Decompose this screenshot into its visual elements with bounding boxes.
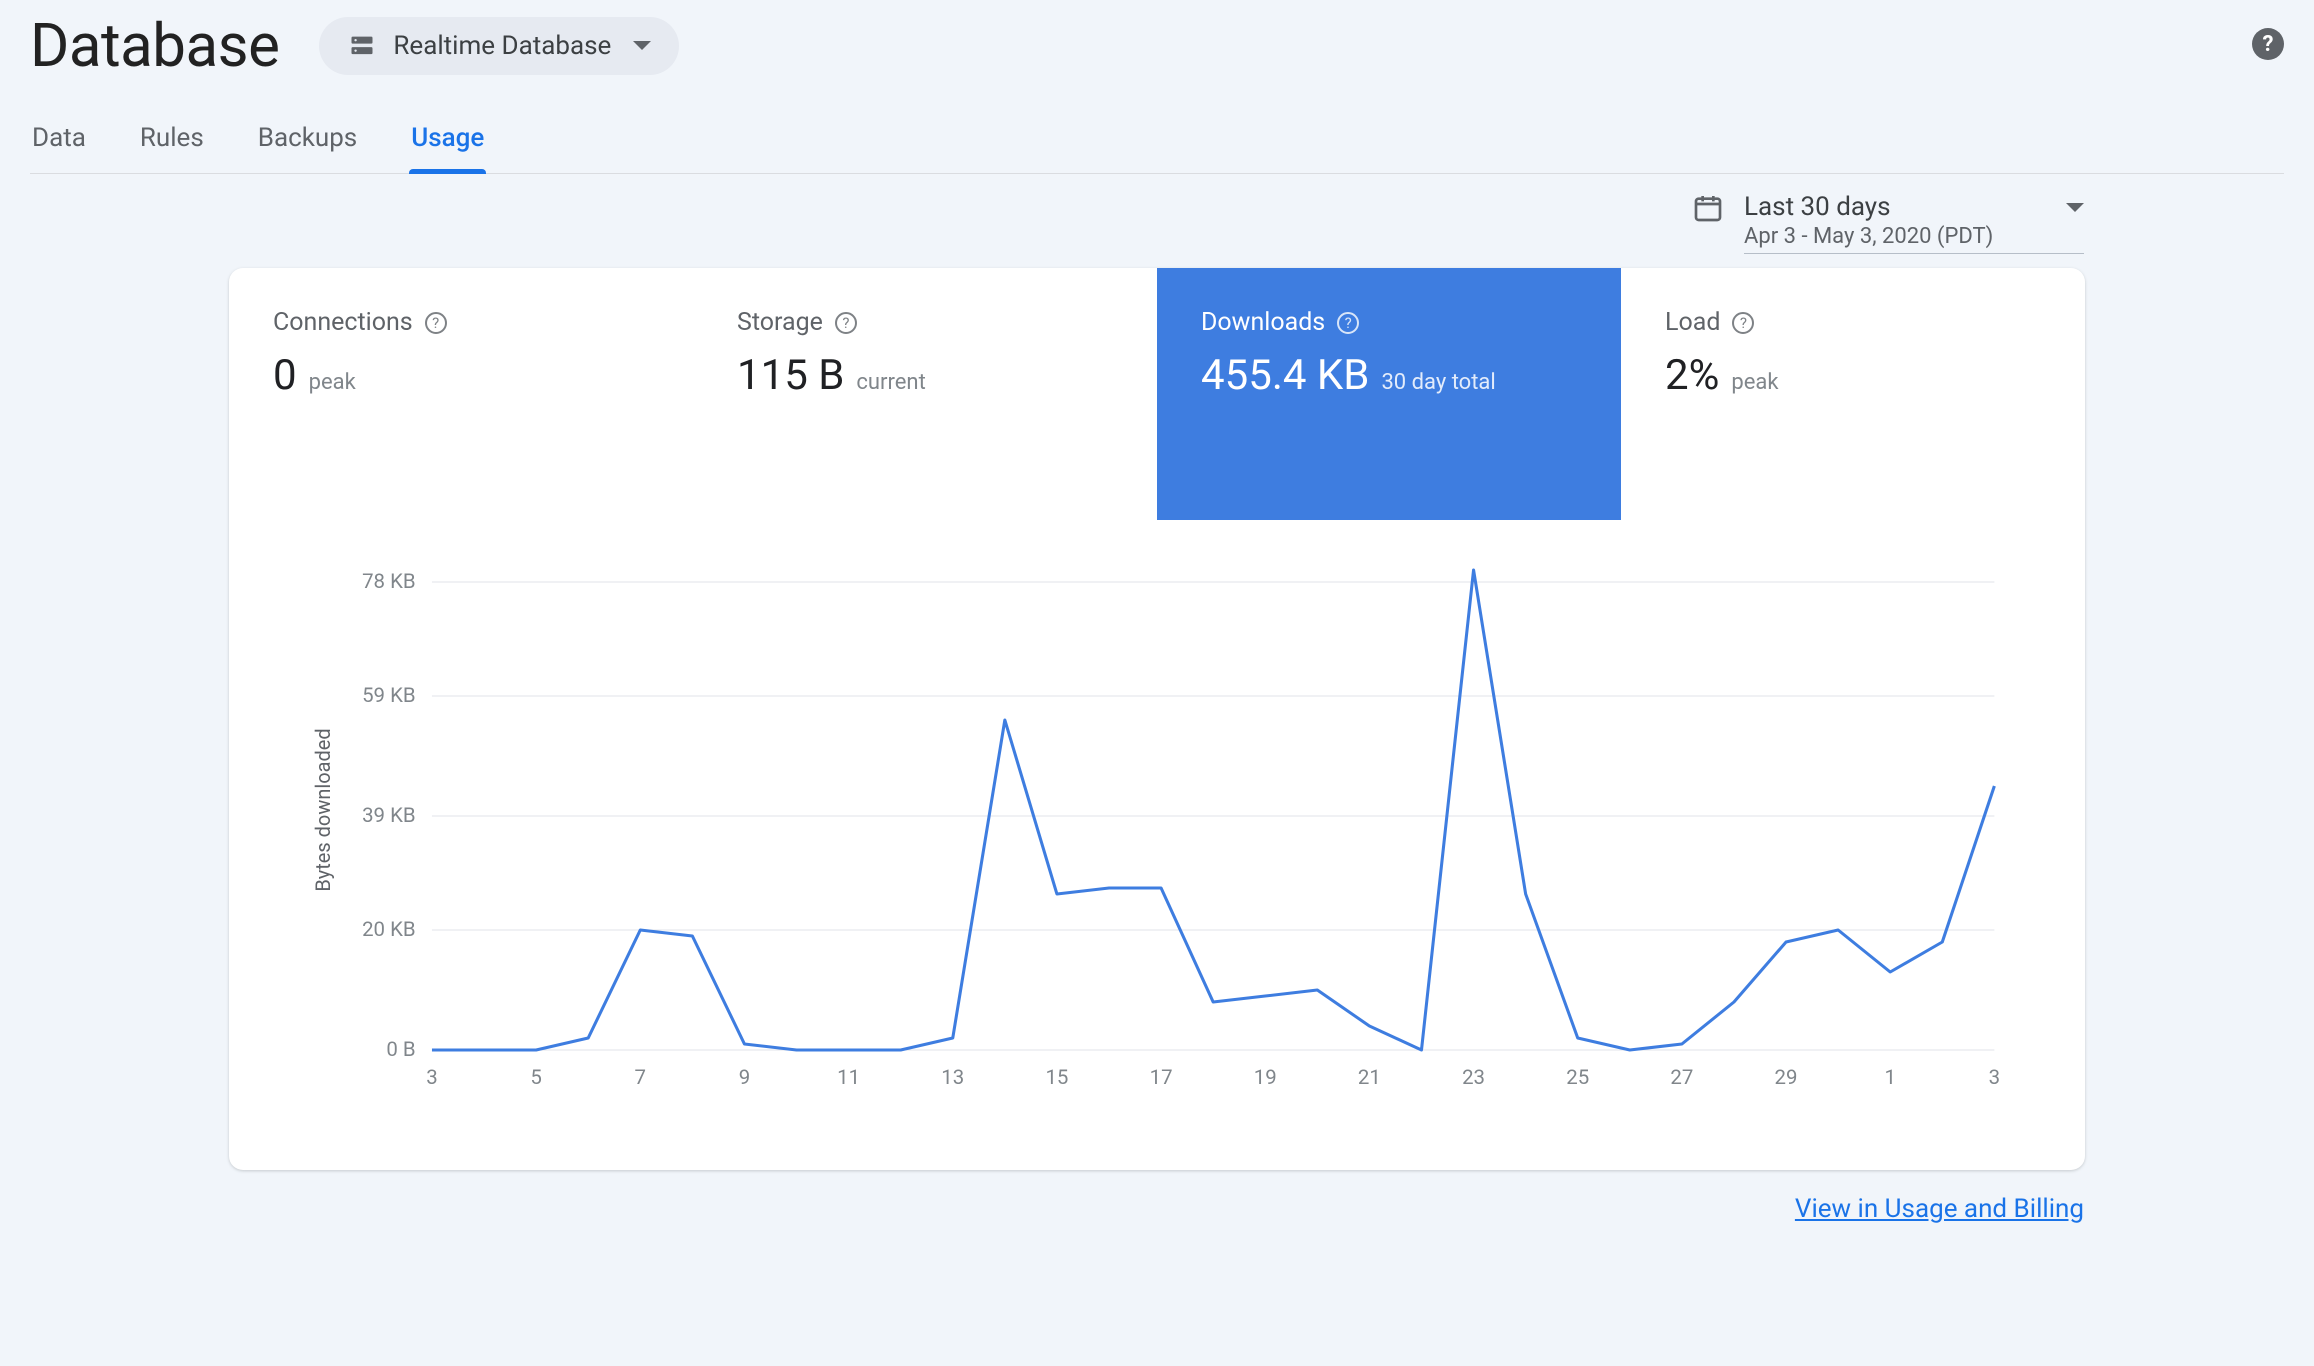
date-range-picker[interactable]: Last 30 days Apr 3 - May 3, 2020 (PDT)	[1692, 192, 2084, 254]
metric-suffix: peak	[1731, 370, 1778, 395]
downloads-chart: 0 B20 KB39 KB59 KB78 KB35791113151719212…	[289, 550, 2025, 1110]
metric-suffix: current	[856, 370, 925, 395]
svg-text:21: 21	[1358, 1065, 1381, 1089]
tab-data[interactable]: Data	[30, 115, 88, 173]
metric-value: 115 B	[737, 351, 844, 400]
metric-label: Storage	[737, 308, 823, 337]
date-range-label: Last 30 days	[1744, 192, 1891, 222]
page-title: Database	[30, 10, 279, 81]
svg-text:Bytes downloaded: Bytes downloaded	[311, 728, 335, 891]
tab-rules[interactable]: Rules	[138, 115, 206, 173]
database-selector-label: Realtime Database	[393, 31, 611, 61]
metric-connections[interactable]: Connections ? 0 peak	[229, 268, 693, 520]
svg-text:13: 13	[941, 1065, 964, 1089]
svg-text:23: 23	[1462, 1065, 1485, 1089]
svg-text:5: 5	[530, 1065, 541, 1089]
metric-suffix: peak	[309, 370, 356, 395]
svg-text:3: 3	[1989, 1065, 2000, 1089]
svg-text:15: 15	[1045, 1065, 1068, 1089]
metric-suffix: 30 day total	[1381, 370, 1495, 395]
svg-text:59 KB: 59 KB	[362, 683, 416, 707]
tab-backups[interactable]: Backups	[256, 115, 359, 173]
svg-text:3: 3	[426, 1065, 437, 1089]
svg-text:39 KB: 39 KB	[362, 803, 416, 827]
usage-billing-link[interactable]: View in Usage and Billing	[1795, 1194, 2084, 1224]
svg-text:17: 17	[1150, 1065, 1173, 1089]
database-selector[interactable]: Realtime Database	[319, 17, 679, 75]
help-icon[interactable]: ?	[835, 312, 857, 334]
metric-downloads[interactable]: Downloads ? 455.4 KB 30 day total	[1157, 268, 1621, 520]
usage-card: Connections ? 0 peak Storage ? 115 B cur…	[229, 268, 2085, 1170]
metric-label: Connections	[273, 308, 413, 337]
svg-text:19: 19	[1254, 1065, 1277, 1089]
help-icon[interactable]: ?	[1732, 312, 1754, 334]
tab-usage[interactable]: Usage	[409, 115, 486, 173]
svg-text:1: 1	[1884, 1065, 1895, 1089]
metric-value: 2%	[1665, 351, 1719, 400]
metric-label: Downloads	[1201, 308, 1325, 337]
svg-text:27: 27	[1670, 1065, 1693, 1089]
svg-text:9: 9	[739, 1065, 750, 1089]
metric-value: 0	[273, 351, 297, 400]
metric-storage[interactable]: Storage ? 115 B current	[693, 268, 1157, 520]
chevron-down-icon	[633, 41, 651, 50]
chevron-down-icon	[2066, 203, 2084, 212]
help-icon[interactable]: ?	[1337, 312, 1359, 334]
metric-value: 455.4 KB	[1201, 351, 1369, 400]
tab-bar: Data Rules Backups Usage	[30, 115, 2284, 174]
calendar-icon	[1692, 192, 1724, 224]
svg-text:0 B: 0 B	[386, 1037, 415, 1061]
help-icon[interactable]: ?	[2252, 28, 2284, 60]
date-range-value: Apr 3 - May 3, 2020 (PDT)	[1744, 224, 2084, 249]
svg-text:20 KB: 20 KB	[362, 917, 416, 941]
svg-text:7: 7	[635, 1065, 646, 1089]
metric-load[interactable]: Load ? 2% peak	[1621, 268, 2085, 520]
help-icon[interactable]: ?	[425, 312, 447, 334]
database-icon	[347, 31, 377, 61]
svg-text:29: 29	[1775, 1065, 1798, 1089]
svg-text:11: 11	[837, 1065, 860, 1089]
metric-label: Load	[1665, 308, 1720, 337]
svg-text:25: 25	[1566, 1065, 1589, 1089]
svg-text:78 KB: 78 KB	[362, 569, 416, 593]
